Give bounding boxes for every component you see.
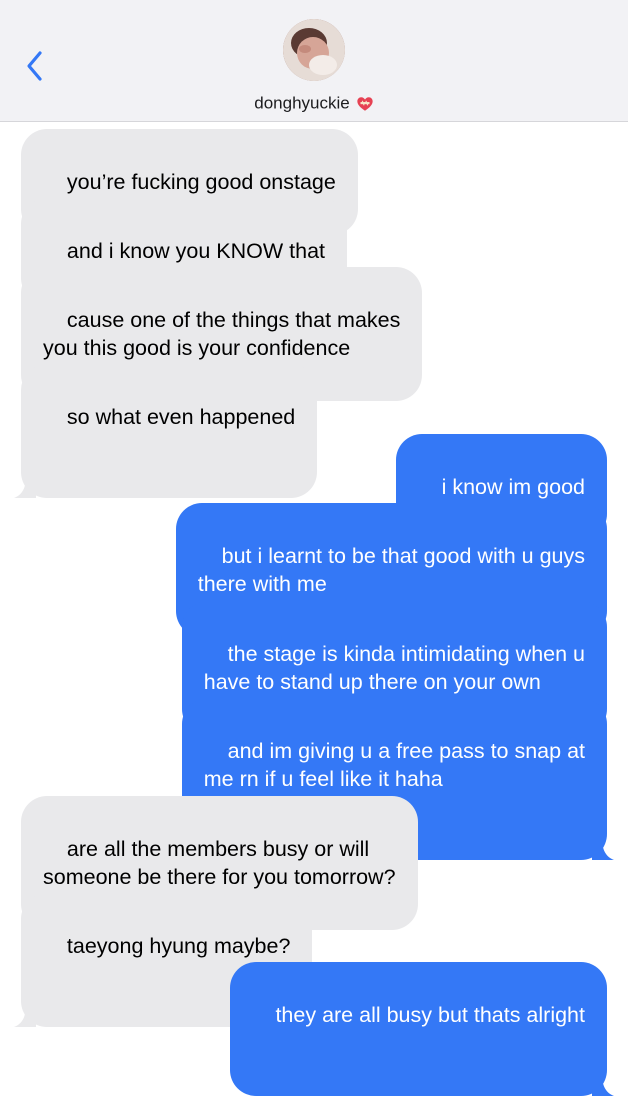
conversation-header: donghyuckie: [0, 0, 628, 122]
bubble-tail: [592, 1074, 614, 1096]
message-bubble-outgoing[interactable]: they are all busy but thats alright: [229, 962, 614, 1096]
contact-name-row[interactable]: donghyuckie: [0, 90, 628, 116]
message-text: and im giving u a free pass to snap at m…: [203, 739, 585, 791]
avatar-photo: [283, 19, 345, 81]
message-text: they are all busy but thats alright: [275, 1003, 585, 1027]
message-text: you’re fucking good onstage: [66, 170, 336, 194]
message-text: the stage is kinda intimidating when u h…: [203, 642, 585, 694]
message-text: so what even happened: [66, 405, 296, 429]
message-text: taeyong hyung maybe?: [66, 934, 291, 958]
contact-avatar[interactable]: [283, 19, 345, 81]
chevron-left-icon: [27, 51, 42, 81]
bubble-tail: [14, 476, 36, 498]
message-thread[interactable]: you’re fucking good onstage and i know y…: [0, 121, 628, 1096]
message-text: i know im good: [441, 475, 585, 499]
mending-heart-icon: [357, 96, 373, 111]
message-text: cause one of the things that makes you t…: [43, 308, 401, 360]
message-text: and i know you KNOW that: [66, 239, 326, 263]
back-button[interactable]: [22, 48, 52, 84]
message-bubble-incoming[interactable]: so what even happened: [14, 364, 318, 498]
bubble-tail: [592, 838, 614, 860]
contact-name: donghyuckie: [254, 93, 350, 113]
message-text: but i learnt to be that good with u guys…: [197, 544, 585, 596]
message-text: are all the members busy or will someone…: [43, 837, 396, 889]
